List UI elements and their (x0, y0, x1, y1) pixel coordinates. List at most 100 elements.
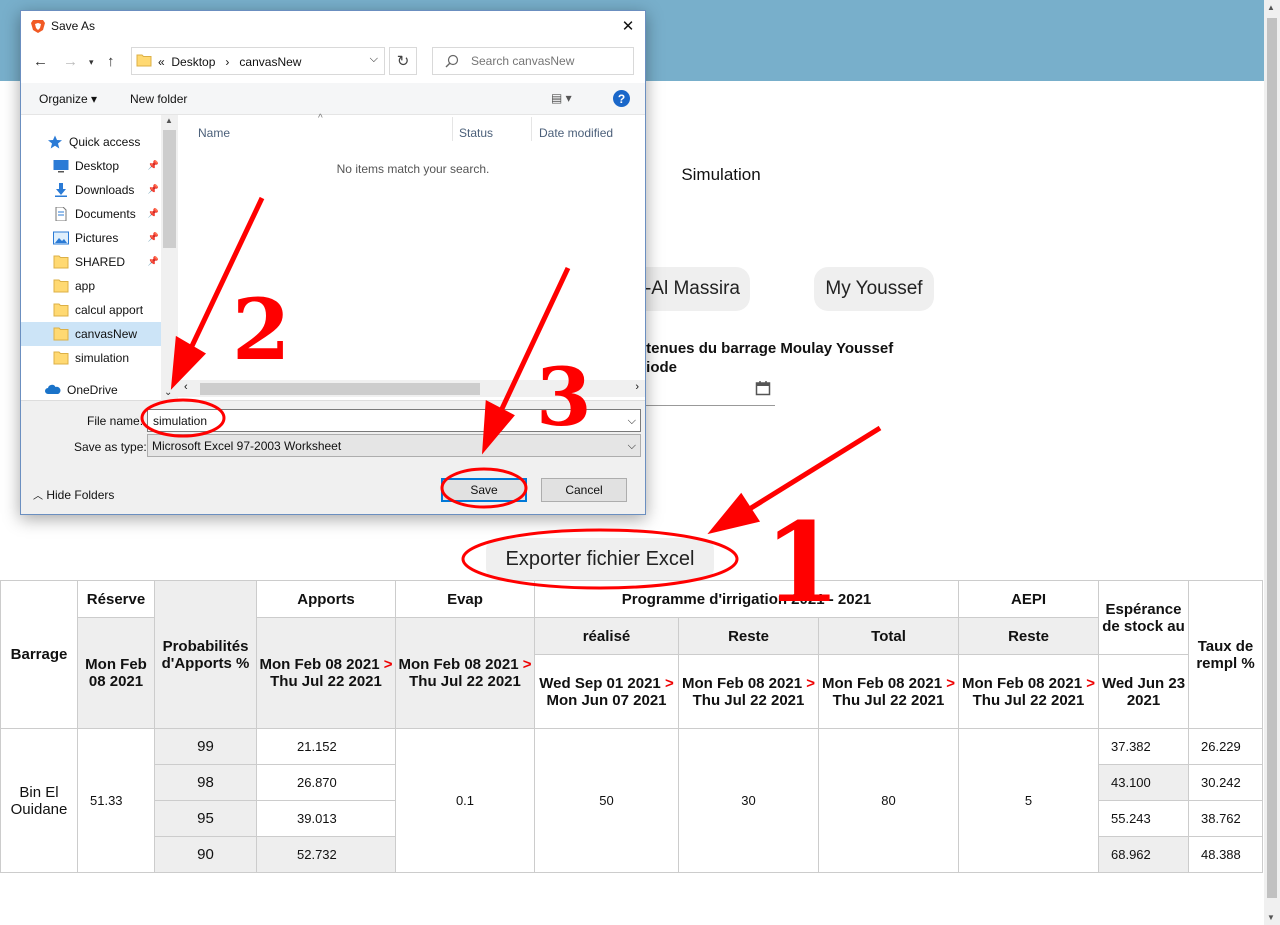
chevron-down-icon[interactable]: ⌵ (628, 415, 636, 428)
header-apports: Apports (256, 580, 396, 618)
column-date-modified[interactable]: Date modified (539, 126, 613, 140)
cell-prob: 95 (154, 800, 257, 837)
cell-apports: 52.732 (256, 836, 396, 873)
browser-scrollbar[interactable]: ▲ ▼ (1264, 0, 1280, 925)
retenues-label-line2: eriode (632, 359, 678, 376)
nav-calcul-apport[interactable]: calcul apport (21, 298, 161, 322)
pin-icon: 📌 (147, 256, 159, 266)
organize-button[interactable]: Organize ▾ (39, 92, 97, 106)
chevron-down-icon[interactable]: ⌵ (628, 440, 636, 453)
forward-arrow-icon[interactable]: → (63, 53, 78, 70)
new-folder-button[interactable]: New folder (130, 92, 187, 106)
nav-downloads[interactable]: Downloads 📌 (21, 178, 161, 202)
total-to: Thu Jul 22 2021 (832, 691, 945, 709)
nav-shared[interactable]: SHARED 📌 (21, 250, 161, 274)
scroll-thumb[interactable] (200, 383, 480, 395)
nav-onedrive[interactable]: OneDrive (21, 378, 161, 400)
nav-canvasnew[interactable]: canvasNew (21, 322, 161, 346)
document-icon (55, 207, 67, 221)
range-arrow: > (664, 674, 674, 692)
header-aepi: AEPI (958, 580, 1099, 618)
cell-prob: 98 (154, 764, 257, 801)
nav-app[interactable]: app (21, 274, 161, 298)
scroll-down-arrow[interactable]: ⌄ (164, 387, 172, 398)
chevron-up-icon: ︿ (33, 491, 43, 502)
close-icon[interactable]: ✕ (617, 15, 639, 37)
nav-label: SHARED (75, 255, 126, 269)
range-arrow: > (806, 674, 815, 692)
scroll-thumb[interactable] (1267, 18, 1277, 898)
save-type-label: Save as type: (74, 440, 147, 454)
total-from: Mon Feb 08 2021 (822, 674, 943, 692)
reste-from: Mon Feb 08 2021 (682, 674, 803, 692)
nav-label: Desktop (75, 159, 120, 173)
up-arrow-icon[interactable]: ↑ (107, 53, 115, 70)
header-realise-range: Wed Sep 01 2021 > Mon Jun 07 2021 (534, 654, 679, 729)
cell-barrage: Bin El Ouidane (0, 728, 78, 873)
header-apports-range: Mon Feb 08 2021 > Thu Jul 22 2021 (256, 617, 396, 729)
address-desktop[interactable]: Desktop (171, 55, 215, 69)
column-name[interactable]: Name (198, 126, 230, 140)
nav-quick-access[interactable]: Quick access (47, 130, 177, 154)
address-canvasnew[interactable]: canvasNew (239, 55, 301, 69)
address-overflow[interactable]: « (158, 55, 165, 69)
back-arrow-icon[interactable]: ← (33, 53, 48, 70)
refresh-icon[interactable]: ↻ (389, 47, 417, 75)
hide-folders-label: Hide Folders (46, 488, 115, 502)
view-options-icon[interactable]: ▤ ▾ (551, 91, 572, 105)
cell-reste: 30 (678, 728, 819, 873)
nav-desktop[interactable]: Desktop 📌 (21, 154, 161, 178)
hide-folders-button[interactable]: ︿ Hide Folders (33, 487, 114, 502)
nav-label: Quick access (69, 135, 141, 149)
nav-label: canvasNew (75, 327, 138, 341)
range-arrow: > (1086, 674, 1095, 692)
scroll-up-arrow[interactable]: ▲ (1267, 3, 1275, 12)
file-name-label: File name: (87, 414, 144, 428)
folder-icon (136, 54, 152, 67)
pin-icon: 📌 (147, 184, 159, 194)
scroll-thumb[interactable] (163, 130, 176, 248)
recent-chevron-icon[interactable]: ▾ (89, 57, 94, 68)
nav-pictures[interactable]: Pictures 📌 (21, 226, 161, 250)
apports-to: Thu Jul 22 2021 (270, 673, 382, 690)
star-icon (48, 135, 62, 149)
column-status[interactable]: Status (459, 126, 493, 140)
folder-icon (53, 327, 69, 341)
date-input[interactable] (645, 378, 775, 406)
nav-documents[interactable]: Documents 📌 (21, 202, 161, 226)
cell-evap: 0.1 (395, 728, 535, 873)
folder-icon (53, 255, 69, 269)
cell-aepi: 5 (958, 728, 1099, 873)
cell-esperance: 55.243 (1098, 800, 1189, 837)
header-reserve: Réserve (77, 580, 155, 618)
save-type-value: Microsoft Excel 97-2003 Worksheet (152, 439, 342, 453)
cancel-button[interactable]: Cancel (541, 478, 627, 502)
export-excel-button[interactable]: Exporter fichier Excel (486, 538, 714, 580)
nav-simulation[interactable]: simulation (21, 346, 161, 370)
save-button[interactable]: Save (441, 478, 527, 502)
search-box[interactable] (432, 47, 634, 75)
aepi-from: Mon Feb 08 2021 (962, 674, 1083, 692)
cell-total: 80 (818, 728, 959, 873)
scroll-down-arrow[interactable]: ▼ (1267, 913, 1275, 922)
search-input[interactable] (471, 54, 621, 68)
cell-prob: 99 (154, 728, 257, 765)
file-name-value[interactable]: simulation (153, 414, 207, 428)
tab-my-youssef[interactable]: My Youssef (814, 267, 934, 311)
pin-icon: 📌 (147, 208, 159, 218)
scroll-right-arrow[interactable]: › (635, 381, 639, 393)
help-icon[interactable]: ? (613, 90, 630, 107)
cell-apports: 21.152 (256, 728, 396, 765)
chevron-down-icon[interactable]: ⌵ (370, 53, 378, 66)
nav-scrollbar[interactable]: ▲ ⌄ (161, 115, 178, 400)
cell-apports: 26.870 (256, 764, 396, 801)
apports-from: Mon Feb 08 2021 (259, 656, 380, 673)
calendar-icon[interactable] (755, 380, 771, 396)
scroll-up-arrow[interactable]: ▲ (165, 116, 173, 125)
dialog-titlebar[interactable]: Save As ✕ (21, 11, 645, 41)
scroll-left-arrow[interactable]: ‹ (184, 381, 188, 393)
address-bar[interactable]: « Desktop › canvasNew ⌵ (131, 47, 385, 75)
cell-taux: 38.762 (1188, 800, 1263, 837)
pin-icon: 📌 (147, 160, 159, 170)
header-barrage: Barrage (0, 580, 78, 729)
